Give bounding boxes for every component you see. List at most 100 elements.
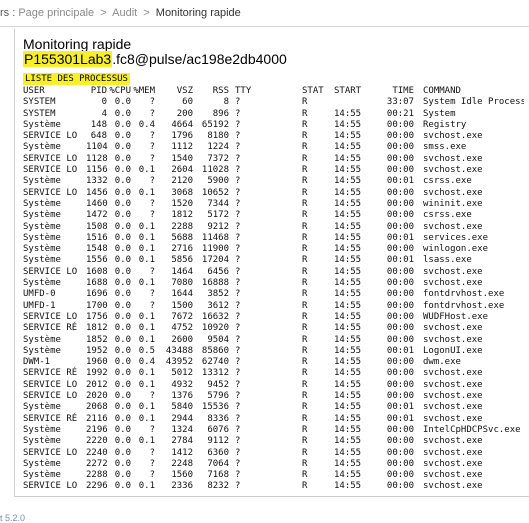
cell-time: 00:00 bbox=[386, 266, 414, 277]
cell-pid: 2240 bbox=[86, 447, 108, 458]
cell-cmd: svchost.exe bbox=[423, 278, 483, 289]
cell-tty: ? bbox=[235, 402, 241, 413]
cell-stat: R bbox=[302, 311, 308, 322]
cell-cmd: System Idle Process bbox=[423, 97, 524, 108]
cell-vsz: 1500 bbox=[171, 300, 193, 311]
cell-mem: ? bbox=[149, 131, 155, 142]
cell-mem: 0.1 bbox=[138, 334, 155, 345]
cell-cpu: 0.0 bbox=[114, 436, 131, 447]
cell-cpu: 0.0 bbox=[114, 153, 131, 164]
cell-user: Système bbox=[23, 345, 61, 356]
cell-cpu: 0.0 bbox=[114, 470, 131, 481]
cell-mem: 0.1 bbox=[138, 368, 155, 379]
cell-pid: 1700 bbox=[86, 300, 108, 311]
cell-cpu: 0.0 bbox=[114, 334, 131, 345]
cell-pid: 1332 bbox=[86, 176, 108, 187]
cell-start: 14:55 bbox=[334, 210, 362, 221]
cell-time: 00:00 bbox=[386, 198, 414, 209]
breadcrumb-link-home[interactable]: Page principale bbox=[18, 7, 94, 19]
cell-pid: 1696 bbox=[86, 289, 108, 300]
cell-stat: R bbox=[302, 119, 308, 130]
cell-stat: R bbox=[302, 210, 308, 221]
cell-cpu: 0.0 bbox=[114, 142, 131, 153]
cell-user: Système bbox=[23, 221, 61, 232]
cell-cmd: dwm.exe bbox=[423, 357, 461, 368]
header-cell-tty: TTY bbox=[235, 86, 252, 96]
cell-mem: ? bbox=[149, 176, 155, 187]
cell-time: 00:00 bbox=[386, 244, 414, 255]
cell-user: Système bbox=[23, 244, 61, 255]
cell-start: 14:55 bbox=[334, 165, 362, 176]
cell-cpu: 0.0 bbox=[114, 198, 131, 209]
cell-cmd: csrss.exe bbox=[423, 176, 472, 187]
cell-vsz: 43488 bbox=[165, 345, 193, 356]
cell-user: SERVICE LO bbox=[23, 391, 78, 402]
cell-start: 14:55 bbox=[334, 131, 362, 142]
cell-vsz: 1464 bbox=[171, 266, 193, 277]
cell-time: 00:00 bbox=[386, 221, 414, 232]
cell-start: 14:55 bbox=[334, 334, 362, 345]
cell-vsz: 1540 bbox=[171, 153, 193, 164]
cell-rss: 9452 bbox=[207, 379, 229, 390]
table-row: Système 1688 0.0 0.1 7080 16888? R 14:55 00:00 sv… bbox=[23, 278, 524, 289]
cell-rss: 5796 bbox=[207, 391, 229, 402]
cell-mem: ? bbox=[149, 266, 155, 277]
cell-cpu: 0.0 bbox=[114, 119, 131, 130]
table-row: SERVICE LO 2296 0.0 0.1 2336 8232? R 14:55 00:00… bbox=[23, 481, 524, 492]
cell-cmd: svchost.exe bbox=[423, 323, 483, 334]
cell-stat: R bbox=[302, 413, 308, 424]
cell-vsz: 5840 bbox=[171, 402, 193, 413]
cell-start: 14:55 bbox=[334, 447, 362, 458]
cell-mem: 0.1 bbox=[138, 481, 155, 492]
cell-vsz: 7080 bbox=[171, 278, 193, 289]
cell-cpu: 0.0 bbox=[114, 232, 131, 243]
cell-pid: 1508 bbox=[86, 221, 108, 232]
cell-rss: 8232 bbox=[207, 481, 229, 492]
table-row: Système 2220 0.0 0.1 2784 9112? R 14:55 00:00 svc… bbox=[23, 436, 524, 447]
header-cell-start: START bbox=[334, 86, 362, 96]
cell-vsz: 5012 bbox=[171, 368, 193, 379]
cell-mem: ? bbox=[149, 153, 155, 164]
cell-cmd: svchost.exe bbox=[423, 153, 483, 164]
cell-cpu: 0.0 bbox=[114, 357, 131, 368]
cell-cmd: smss.exe bbox=[423, 142, 467, 153]
table-row: Système 2272 0.0? 2248 7064? R 14:55 00:00 svcho… bbox=[23, 459, 524, 470]
cell-start: 14:55 bbox=[334, 402, 362, 413]
cell-mem: ? bbox=[149, 447, 155, 458]
cell-user: Système bbox=[23, 176, 61, 187]
cell-cpu: 0.0 bbox=[114, 345, 131, 356]
cell-user: SERVICE LO bbox=[23, 379, 78, 390]
cell-tty: ? bbox=[235, 255, 241, 266]
header-cell-user: USER bbox=[23, 86, 45, 96]
cell-tty: ? bbox=[235, 131, 241, 142]
cell-cpu: 0.0 bbox=[114, 323, 131, 334]
cell-vsz: 3068 bbox=[171, 187, 193, 198]
table-row: UMFD-0 1696 0.0? 1644 3852? R 14:55 00:00 fontdr… bbox=[23, 289, 524, 300]
cell-start: 14:55 bbox=[334, 379, 362, 390]
cell-tty: ? bbox=[235, 391, 241, 402]
cell-stat: R bbox=[302, 108, 308, 119]
cell-cpu: 0.0 bbox=[114, 424, 131, 435]
cell-pid: 0 bbox=[101, 97, 107, 108]
cell-pid: 1104 bbox=[86, 142, 108, 153]
cell-time: 00:00 bbox=[386, 391, 414, 402]
cell-user: SERVICE LO bbox=[23, 153, 78, 164]
cell-cmd: fontdrvhost.exe bbox=[423, 300, 505, 311]
cell-vsz: 1324 bbox=[171, 424, 193, 435]
breadcrumb-link-audit[interactable]: Audit bbox=[112, 7, 137, 19]
cell-time: 00:00 bbox=[386, 458, 414, 469]
cell-rss: 896 bbox=[212, 108, 229, 119]
cell-start: 14:55 bbox=[334, 311, 362, 322]
cell-cpu: 0.0 bbox=[114, 379, 131, 390]
cell-vsz: 4752 bbox=[171, 323, 193, 334]
header-cell-rss: RSS bbox=[212, 86, 229, 96]
table-row: Système 1852 0.0 0.1 2600 9504? R 14:55 00:00 svc… bbox=[23, 335, 524, 346]
cell-tty: ? bbox=[235, 232, 241, 243]
cell-start: 14:55 bbox=[334, 244, 362, 255]
cell-start: 14:55 bbox=[334, 391, 362, 402]
cell-cmd: System bbox=[423, 108, 456, 119]
cell-stat: R bbox=[302, 278, 308, 289]
cell-mem: ? bbox=[149, 142, 155, 153]
cell-rss: 17204 bbox=[201, 255, 229, 266]
cell-stat: R bbox=[302, 424, 308, 435]
